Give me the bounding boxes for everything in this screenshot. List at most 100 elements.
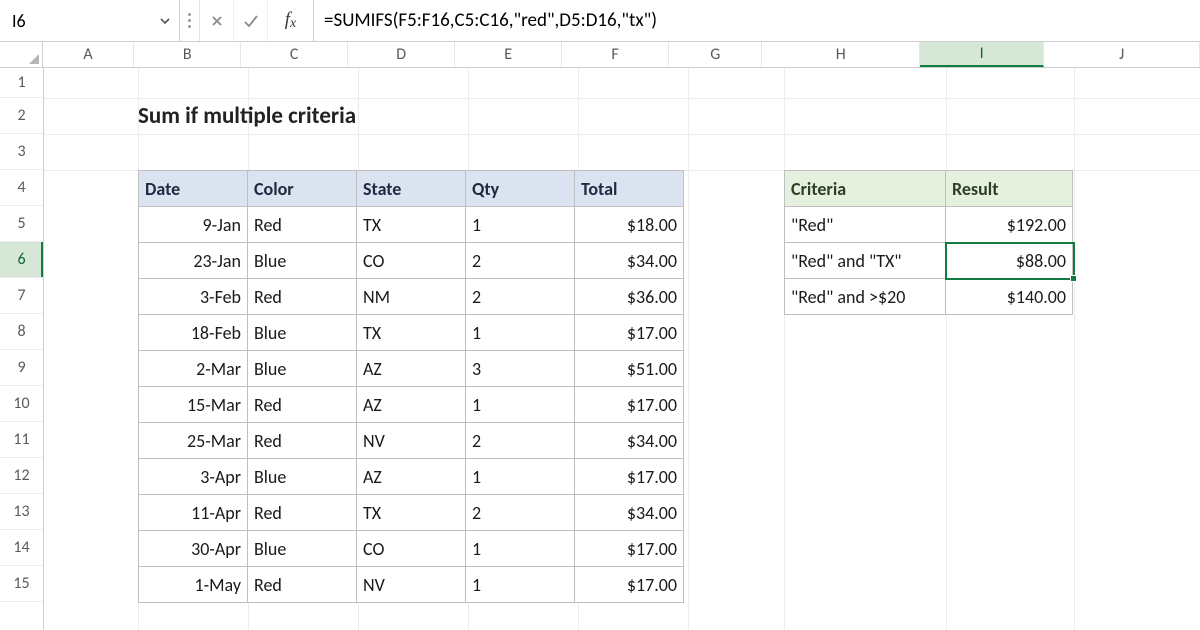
row-header-14[interactable]: 14 <box>0 530 43 566</box>
cell-date[interactable]: 30-Apr <box>139 531 248 567</box>
cell-color[interactable]: Red <box>248 495 357 531</box>
cell-total[interactable]: $17.00 <box>575 531 684 567</box>
row-header-9[interactable]: 9 <box>0 350 43 386</box>
row-header-15[interactable]: 15 <box>0 566 43 602</box>
cells-area[interactable]: Sum if multiple criteria Date Color Stat… <box>44 68 1200 630</box>
cell-color[interactable]: Blue <box>248 459 357 495</box>
cell-qty[interactable]: 1 <box>466 567 575 603</box>
cell-state[interactable]: CO <box>357 243 466 279</box>
cell-date[interactable]: 23-Jan <box>139 243 248 279</box>
cell-state[interactable]: TX <box>357 207 466 243</box>
row-header-11[interactable]: 11 <box>0 422 43 458</box>
cell-date[interactable]: 11-Apr <box>139 495 248 531</box>
table-row: 3-FebRedNM2$36.00 <box>139 279 684 315</box>
cell-total[interactable]: $34.00 <box>575 495 684 531</box>
cell-state[interactable]: TX <box>357 495 466 531</box>
cell-color[interactable]: Red <box>248 567 357 603</box>
table-row: 1-MayRedNV1$17.00 <box>139 567 684 603</box>
hdr-qty: Qty <box>466 171 575 207</box>
cell-total[interactable]: $34.00 <box>575 423 684 459</box>
cell-result[interactable]: $88.00 <box>946 243 1073 279</box>
cell-date[interactable]: 25-Mar <box>139 423 248 459</box>
cell-state[interactable]: AZ <box>357 387 466 423</box>
cell-color[interactable]: Red <box>248 279 357 315</box>
cell-total[interactable]: $17.00 <box>575 567 684 603</box>
cell-result[interactable]: $192.00 <box>946 207 1073 243</box>
row-header-10[interactable]: 10 <box>0 386 43 422</box>
col-header-A[interactable]: A <box>43 42 134 67</box>
cell-qty[interactable]: 1 <box>466 207 575 243</box>
cell-date[interactable]: 1-May <box>139 567 248 603</box>
select-all-corner[interactable] <box>0 42 43 67</box>
col-header-J[interactable]: J <box>1044 42 1200 67</box>
table-row: 23-JanBlueCO2$34.00 <box>139 243 684 279</box>
cell-state[interactable]: AZ <box>357 351 466 387</box>
cell-color[interactable]: Red <box>248 207 357 243</box>
cell-result[interactable]: $140.00 <box>946 279 1073 315</box>
cell-total[interactable]: $51.00 <box>575 351 684 387</box>
col-header-I[interactable]: I <box>920 42 1044 67</box>
cell-state[interactable]: NV <box>357 567 466 603</box>
cell-color[interactable]: Blue <box>248 531 357 567</box>
cell-date[interactable]: 15-Mar <box>139 387 248 423</box>
formula-enter-button[interactable] <box>234 0 268 41</box>
cell-qty[interactable]: 1 <box>466 387 575 423</box>
cell-qty[interactable]: 1 <box>466 459 575 495</box>
cell-qty[interactable]: 1 <box>466 315 575 351</box>
row-header-2[interactable]: 2 <box>0 98 43 134</box>
cell-state[interactable]: AZ <box>357 459 466 495</box>
row-header-3[interactable]: 3 <box>0 134 43 170</box>
cell-color[interactable]: Blue <box>248 351 357 387</box>
name-box[interactable] <box>10 6 157 36</box>
cell-total[interactable]: $18.00 <box>575 207 684 243</box>
row-header-1[interactable]: 1 <box>0 68 43 98</box>
row-header-13[interactable]: 13 <box>0 494 43 530</box>
formula-bar-grip[interactable] <box>180 0 200 41</box>
col-header-C[interactable]: C <box>241 42 348 67</box>
cell-criteria[interactable]: "Red" and "TX" <box>785 243 946 279</box>
col-header-E[interactable]: E <box>455 42 562 67</box>
cell-qty[interactable]: 3 <box>466 351 575 387</box>
cell-color[interactable]: Red <box>248 387 357 423</box>
cell-total[interactable]: $17.00 <box>575 387 684 423</box>
row-header-12[interactable]: 12 <box>0 458 43 494</box>
cell-date[interactable]: 18-Feb <box>139 315 248 351</box>
cell-state[interactable]: CO <box>357 531 466 567</box>
cell-total[interactable]: $17.00 <box>575 459 684 495</box>
cell-color[interactable]: Blue <box>248 243 357 279</box>
cell-color[interactable]: Blue <box>248 315 357 351</box>
cell-date[interactable]: 3-Feb <box>139 279 248 315</box>
cell-qty[interactable]: 2 <box>466 423 575 459</box>
insert-function-button[interactable]: fx <box>268 0 314 41</box>
col-header-F[interactable]: F <box>562 42 669 67</box>
col-header-G[interactable]: G <box>669 42 762 67</box>
row-header-8[interactable]: 8 <box>0 314 43 350</box>
cell-total[interactable]: $36.00 <box>575 279 684 315</box>
cell-color[interactable]: Red <box>248 423 357 459</box>
formula-input[interactable] <box>314 0 1200 41</box>
col-header-D[interactable]: D <box>348 42 455 67</box>
cell-qty[interactable]: 2 <box>466 495 575 531</box>
cell-qty[interactable]: 2 <box>466 243 575 279</box>
name-box-dropdown[interactable] <box>157 12 173 30</box>
row-header-5[interactable]: 5 <box>0 206 43 242</box>
cell-criteria[interactable]: "Red" <box>785 207 946 243</box>
cell-date[interactable]: 3-Apr <box>139 459 248 495</box>
cell-state[interactable]: NM <box>357 279 466 315</box>
col-header-H[interactable]: H <box>762 42 920 67</box>
col-header-B[interactable]: B <box>134 42 241 67</box>
cell-qty[interactable]: 2 <box>466 279 575 315</box>
row-header-6[interactable]: 6 <box>0 242 43 278</box>
cell-state[interactable]: TX <box>357 315 466 351</box>
cell-date[interactable]: 2-Mar <box>139 351 248 387</box>
table-row: "Red" and >$20$140.00 <box>785 279 1073 315</box>
formula-cancel-button[interactable] <box>200 0 234 41</box>
row-header-4[interactable]: 4 <box>0 170 43 206</box>
cell-date[interactable]: 9-Jan <box>139 207 248 243</box>
row-header-7[interactable]: 7 <box>0 278 43 314</box>
cell-total[interactable]: $34.00 <box>575 243 684 279</box>
cell-state[interactable]: NV <box>357 423 466 459</box>
cell-qty[interactable]: 1 <box>466 531 575 567</box>
cell-criteria[interactable]: "Red" and >$20 <box>785 279 946 315</box>
cell-total[interactable]: $17.00 <box>575 315 684 351</box>
